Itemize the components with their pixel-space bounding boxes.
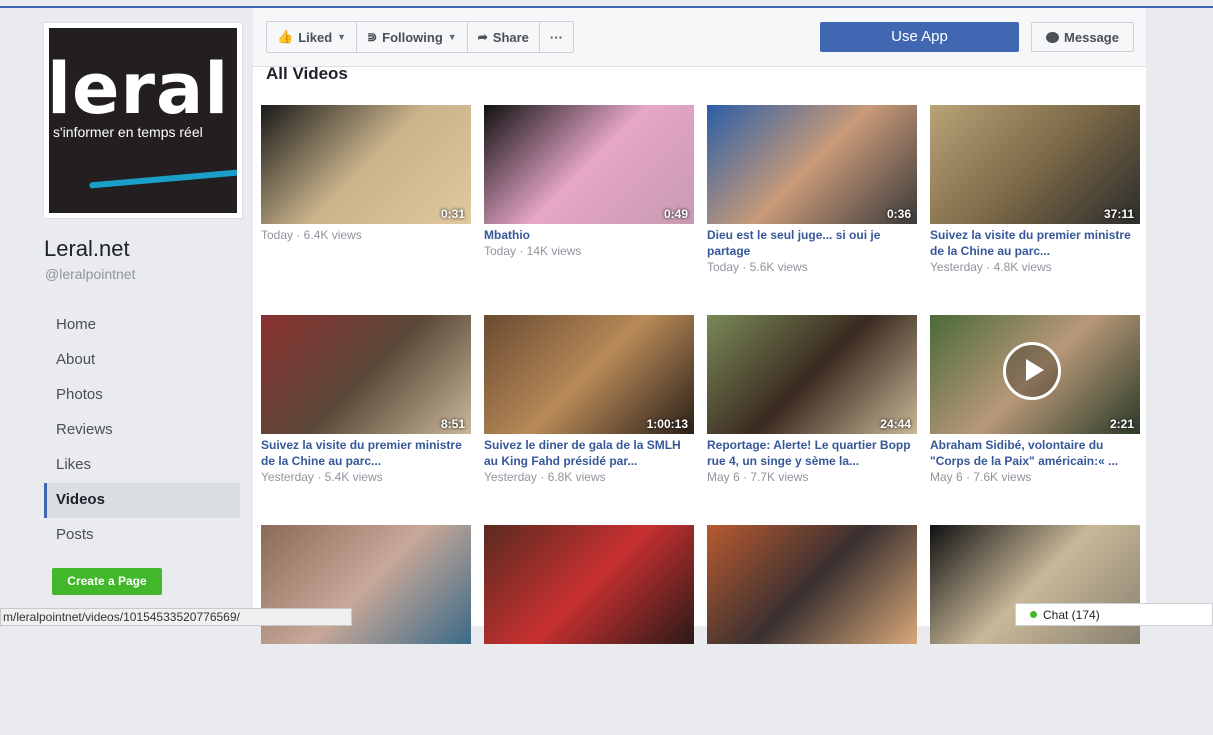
video-card[interactable]: 0:31 Today · 6.4K views bbox=[261, 105, 471, 315]
page-actions: 👍 Liked ▼ ⋑ Following ▼ ➦ Share ··· bbox=[266, 21, 574, 53]
video-title[interactable]: Suivez la visite du premier ministre de … bbox=[261, 437, 471, 469]
nav-item-likes[interactable]: Likes bbox=[44, 448, 240, 483]
liked-label: Liked bbox=[298, 29, 333, 45]
video-card[interactable]: 1:00:13 Suivez le diner de gala de la SML… bbox=[484, 315, 694, 525]
video-title[interactable]: Dieu est le seul juge... si oui je parta… bbox=[707, 227, 917, 259]
video-meta: Yesterday · 4.8K views bbox=[930, 260, 1052, 274]
rss-icon: ⋑ bbox=[367, 30, 378, 44]
video-title[interactable]: Reportage: Alerte! Le quartier Bopp rue … bbox=[707, 437, 917, 469]
play-icon[interactable] bbox=[1003, 342, 1061, 400]
logo-swoosh bbox=[89, 169, 237, 189]
video-row bbox=[261, 525, 1141, 735]
logo-tagline: s'informer en temps réel bbox=[53, 124, 203, 140]
video-duration: 0:31 bbox=[440, 207, 465, 221]
video-title[interactable]: Mbathio bbox=[484, 227, 694, 243]
page-nav: Home About Photos Reviews Likes Videos P… bbox=[44, 308, 240, 553]
create-page-button[interactable]: Create a Page bbox=[52, 568, 162, 595]
video-duration: 0:49 bbox=[663, 207, 688, 221]
video-row: 0:31 Today · 6.4K views 0:49 Mbathio Today ·… bbox=[261, 105, 1141, 315]
share-label: Share bbox=[492, 29, 529, 45]
video-thumbnail[interactable] bbox=[484, 525, 694, 644]
video-card[interactable] bbox=[707, 525, 917, 735]
video-card[interactable]: 37:11 Suivez la visite du premier ministr… bbox=[930, 105, 1140, 315]
video-thumbnail[interactable]: 24:44 bbox=[707, 315, 917, 434]
message-label: Message bbox=[1064, 29, 1119, 45]
video-meta: Yesterday · 6.8K views bbox=[484, 470, 606, 484]
video-row: 8:51 Suivez la visite du premier ministre… bbox=[261, 315, 1141, 525]
video-meta: Yesterday · 5.4K views bbox=[261, 470, 383, 484]
video-meta: May 6 · 7.7K views bbox=[707, 470, 809, 484]
page-logo: leral s'informer en temps réel bbox=[49, 28, 237, 213]
video-duration: 24:44 bbox=[880, 417, 911, 431]
page-handle[interactable]: @leralpointnet bbox=[45, 266, 136, 282]
video-thumbnail[interactable] bbox=[707, 525, 917, 644]
logo-wordmark: leral bbox=[49, 48, 230, 130]
nav-item-reviews[interactable]: Reviews bbox=[44, 413, 240, 448]
following-button[interactable]: ⋑ Following ▼ bbox=[357, 22, 468, 52]
video-card[interactable]: 8:51 Suivez la visite du premier ministre… bbox=[261, 315, 471, 525]
video-thumbnail[interactable]: 8:51 bbox=[261, 315, 471, 434]
video-thumbnail[interactable] bbox=[261, 525, 471, 644]
more-button[interactable]: ··· bbox=[540, 22, 573, 52]
share-button[interactable]: ➦ Share bbox=[468, 22, 540, 52]
section-title: All Videos bbox=[266, 64, 348, 83]
nav-item-about[interactable]: About bbox=[44, 343, 240, 378]
following-label: Following bbox=[382, 29, 443, 45]
video-thumbnail[interactable]: 2:21 bbox=[930, 315, 1140, 434]
video-title[interactable]: Abraham Sidibé, volontaire du "Corps de … bbox=[930, 437, 1140, 469]
profile-picture[interactable]: leral s'informer en temps réel bbox=[43, 22, 243, 219]
video-duration: 0:36 bbox=[886, 207, 911, 221]
video-thumbnail[interactable]: 0:36 bbox=[707, 105, 917, 224]
video-meta: Today · 6.4K views bbox=[261, 228, 362, 242]
video-card[interactable] bbox=[484, 525, 694, 735]
chat-button[interactable]: Chat (174) bbox=[1015, 603, 1213, 626]
use-app-button[interactable]: Use App bbox=[820, 22, 1019, 52]
video-thumbnail[interactable]: 0:49 bbox=[484, 105, 694, 224]
liked-button[interactable]: 👍 Liked ▼ bbox=[267, 22, 358, 52]
video-title[interactable]: Suivez le diner de gala de la SMLH au Ki… bbox=[484, 437, 694, 469]
nav-item-home[interactable]: Home bbox=[44, 308, 240, 343]
video-card[interactable] bbox=[930, 525, 1140, 735]
video-duration: 2:21 bbox=[1109, 417, 1134, 431]
thumbs-up-icon: 👍 bbox=[277, 29, 294, 44]
video-meta: May 6 · 7.6K views bbox=[930, 470, 1032, 484]
nav-item-photos[interactable]: Photos bbox=[44, 378, 240, 413]
video-thumbnail[interactable]: 0:31 bbox=[261, 105, 471, 224]
video-thumbnail[interactable] bbox=[930, 525, 1140, 644]
video-card[interactable]: 0:36 Dieu est le seul juge... si oui je p… bbox=[707, 105, 917, 315]
message-button[interactable]: Message bbox=[1031, 22, 1134, 52]
video-card[interactable]: 0:49 Mbathio Today · 14K views bbox=[484, 105, 694, 315]
video-card[interactable]: 2:21 Abraham Sidibé, volontaire du "Corps… bbox=[930, 315, 1140, 525]
chat-label: Chat (174) bbox=[1043, 607, 1100, 622]
video-duration: 37:11 bbox=[1103, 207, 1134, 221]
action-bar: 👍 Liked ▼ ⋑ Following ▼ ➦ Share ··· Use … bbox=[253, 8, 1146, 67]
share-arrow-icon: ➦ bbox=[477, 30, 488, 44]
video-title[interactable]: Suivez la visite du premier ministre de … bbox=[930, 227, 1140, 259]
online-dot-icon bbox=[1030, 611, 1037, 618]
video-duration: 8:51 bbox=[440, 417, 465, 431]
video-thumbnail[interactable]: 37:11 bbox=[930, 105, 1140, 224]
page-name[interactable]: Leral.net bbox=[44, 236, 130, 262]
video-meta: Today · 5.6K views bbox=[707, 260, 808, 274]
chevron-down-icon: ▼ bbox=[337, 32, 347, 42]
nav-item-videos[interactable]: Videos bbox=[44, 483, 240, 518]
video-meta: Today · 14K views bbox=[484, 244, 582, 258]
chevron-down-icon: ▼ bbox=[447, 32, 457, 42]
nav-item-posts[interactable]: Posts bbox=[44, 518, 240, 553]
message-bubble-icon bbox=[1046, 31, 1060, 43]
video-thumbnail[interactable]: 1:00:13 bbox=[484, 315, 694, 434]
video-card[interactable]: 24:44 Reportage: Alerte! Le quartier Bopp… bbox=[707, 315, 917, 525]
video-grid: 0:31 Today · 6.4K views 0:49 Mbathio Today ·… bbox=[261, 105, 1141, 735]
video-duration: 1:00:13 bbox=[646, 417, 688, 431]
status-url: m/leralpointnet/videos/10154533520776569… bbox=[0, 608, 352, 626]
video-card[interactable] bbox=[261, 525, 471, 735]
